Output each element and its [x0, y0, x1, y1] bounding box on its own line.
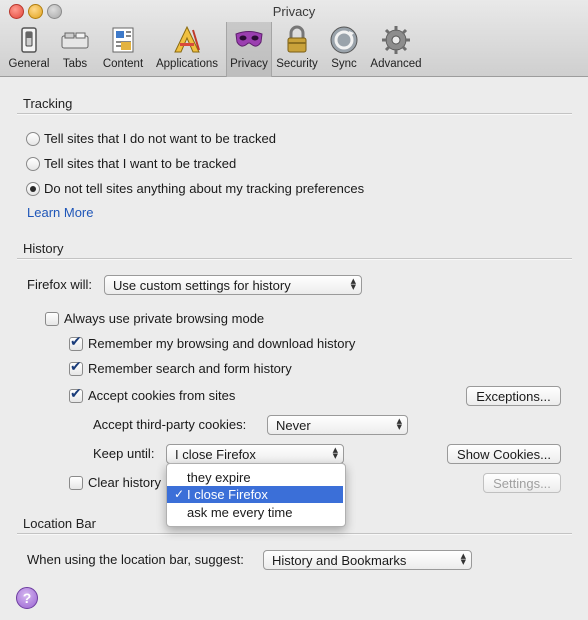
- checkbox-label: Remember my browsing and download histor…: [88, 336, 356, 351]
- suggest-select[interactable]: History and Bookmarks ▲ ▼: [263, 550, 472, 570]
- toolbar-advanced[interactable]: Advanced: [369, 24, 423, 74]
- remember-browsing-checkbox-row[interactable]: Remember my browsing and download histor…: [69, 334, 356, 351]
- suggest-label: When using the location bar, suggest:: [27, 552, 244, 567]
- suggest-value: History and Bookmarks: [272, 552, 407, 568]
- toolbar-content-label: Content: [102, 58, 144, 70]
- keep-until-select[interactable]: I close Firefox ▲ ▼: [166, 444, 344, 464]
- lock-icon: [281, 24, 313, 56]
- tracking-divider: [17, 113, 572, 115]
- keep-until-value: I close Firefox: [175, 446, 256, 462]
- keep-until-label: Keep until:: [93, 446, 155, 461]
- checkbox-label: Remember search and form history: [88, 361, 292, 376]
- clear-history-checkbox-row[interactable]: Clear history: [69, 475, 161, 490]
- toolbar-tabs-label: Tabs: [62, 58, 88, 70]
- toolbar-security[interactable]: Security: [274, 24, 320, 74]
- toolbar-advanced-label: Advanced: [370, 58, 422, 70]
- mask-icon: [233, 24, 265, 56]
- toolbar-content[interactable]: Content: [99, 24, 147, 74]
- menu-item-ask-me-every-time[interactable]: ask me every time: [167, 504, 343, 521]
- toolbar-applications-label: Applications: [155, 58, 218, 70]
- exceptions-button[interactable]: Exceptions...: [466, 386, 561, 406]
- sync-icon: [328, 24, 360, 56]
- third-party-cookies-label: Accept third-party cookies:: [93, 417, 247, 432]
- toolbar-privacy[interactable]: Privacy: [226, 22, 272, 77]
- tracking-section-title: Tracking: [23, 96, 73, 111]
- menu-item-label: they expire: [187, 470, 251, 485]
- checkbox-label: Clear history: [88, 475, 161, 490]
- toolbar-applications[interactable]: Applications: [152, 24, 222, 74]
- history-mode-value: Use custom settings for history: [113, 277, 291, 293]
- menu-item-they-expire[interactable]: they expire: [167, 469, 343, 486]
- radio-button[interactable]: [26, 131, 40, 146]
- toolbar-sync[interactable]: Sync: [325, 24, 363, 74]
- window-title: Privacy: [272, 4, 316, 19]
- radio-button-selected[interactable]: [26, 181, 40, 196]
- checkbox[interactable]: [69, 475, 83, 490]
- location-bar-divider: [17, 533, 572, 535]
- firefox-will-label: Firefox will:: [27, 277, 93, 292]
- checkbox-checked[interactable]: [69, 334, 83, 351]
- toolbar-sync-label: Sync: [331, 58, 357, 70]
- radio-label: Tell sites that I want to be tracked: [44, 156, 237, 171]
- toolbar-general[interactable]: General: [6, 24, 52, 74]
- third-party-cookies-select[interactable]: Never ▲ ▼: [267, 415, 408, 435]
- applications-icon: [171, 24, 203, 56]
- preferences-window: Privacy General Tabs Content Application…: [0, 0, 588, 620]
- toolbar-security-label: Security: [276, 58, 318, 70]
- menu-item-label: I close Firefox: [187, 487, 268, 502]
- tracking-option-no-preference[interactable]: Do not tell sites anything about my trac…: [26, 181, 364, 196]
- tracking-option-do-not-track[interactable]: Tell sites that I do not want to be trac…: [26, 131, 276, 146]
- keep-until-dropdown-menu: they expire ✓ I close Firefox ask me eve…: [166, 463, 346, 527]
- history-section-title: History: [23, 241, 64, 256]
- clear-history-settings-button[interactable]: Settings...: [483, 473, 561, 493]
- switch-icon: [13, 24, 45, 56]
- toolbar-general-label: General: [8, 58, 50, 70]
- checkbox[interactable]: [45, 311, 59, 326]
- private-browsing-checkbox-row[interactable]: Always use private browsing mode: [45, 311, 264, 326]
- radio-label: Do not tell sites anything about my trac…: [44, 181, 365, 196]
- updown-arrows-icon: ▲ ▼: [350, 277, 356, 291]
- content-icon: [107, 24, 139, 56]
- show-cookies-button[interactable]: Show Cookies...: [447, 444, 561, 464]
- menu-item-label: ask me every time: [187, 505, 293, 520]
- updown-arrows-icon: ▲ ▼: [396, 417, 402, 431]
- tracking-option-track[interactable]: Tell sites that I want to be tracked: [26, 156, 236, 171]
- history-divider: [17, 258, 572, 260]
- tabs-icon: [59, 24, 91, 56]
- checkmark-icon: ✓: [174, 487, 185, 501]
- remember-search-checkbox-row[interactable]: Remember search and form history: [69, 359, 292, 376]
- gear-icon: [380, 24, 412, 56]
- history-mode-select[interactable]: Use custom settings for history ▲ ▼: [104, 275, 362, 295]
- radio-label: Tell sites that I do not want to be trac…: [44, 131, 276, 146]
- updown-arrows-icon: ▲ ▼: [332, 446, 338, 460]
- title-bar: Privacy General Tabs Content Application…: [0, 0, 588, 77]
- location-bar-section-title: Location Bar: [23, 516, 96, 531]
- updown-arrows-icon: ▲ ▼: [460, 552, 466, 566]
- checkbox-label: Always use private browsing mode: [64, 311, 265, 326]
- toolbar-privacy-label: Privacy: [230, 58, 268, 70]
- toolbar-tabs[interactable]: Tabs: [56, 24, 94, 74]
- checkbox-label: Accept cookies from sites: [88, 388, 236, 403]
- radio-button[interactable]: [26, 156, 40, 171]
- checkbox-checked[interactable]: [69, 359, 83, 376]
- accept-cookies-checkbox-row[interactable]: Accept cookies from sites: [69, 386, 236, 403]
- third-party-cookies-value: Never: [276, 417, 311, 433]
- help-button[interactable]: ?: [16, 587, 38, 609]
- learn-more-link[interactable]: Learn More: [27, 205, 93, 220]
- menu-item-i-close-firefox[interactable]: ✓ I close Firefox: [167, 486, 343, 503]
- checkbox-checked[interactable]: [69, 386, 83, 403]
